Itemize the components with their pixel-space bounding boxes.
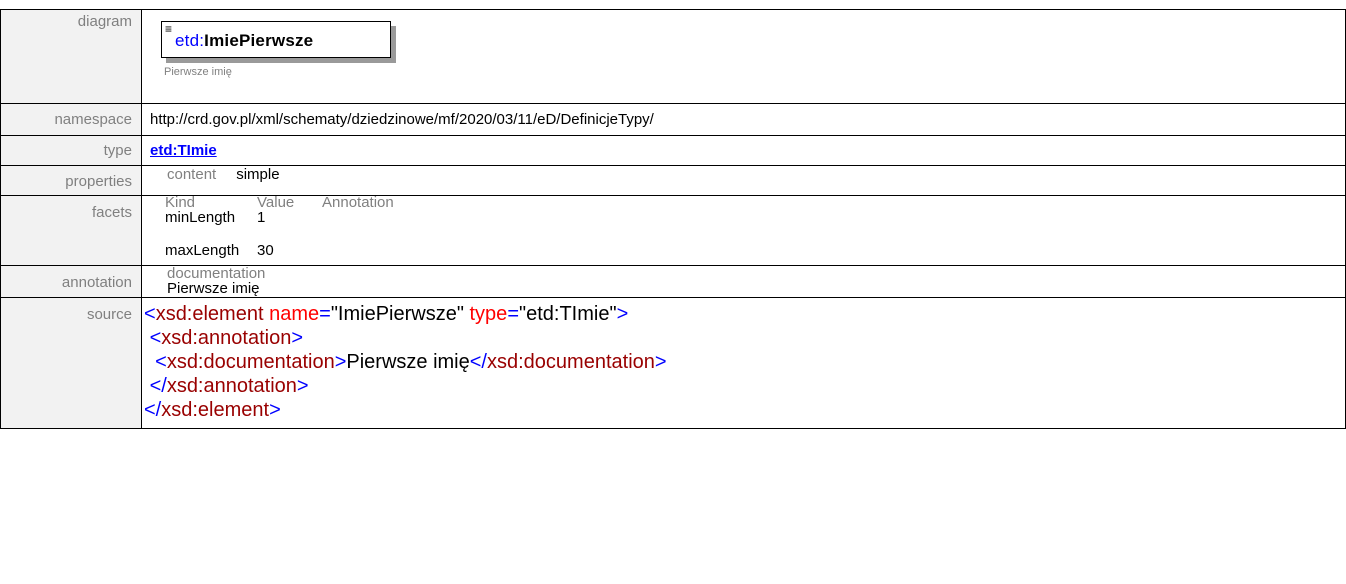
facet-value: 1: [257, 209, 266, 226]
facet-row: maxLength 30: [165, 243, 1345, 259]
annotation-block: documentation Pierwsze imię: [167, 266, 1345, 296]
xml-tag: xsd:documentation: [487, 351, 655, 373]
source-cell: <xsd:element name="ImiePierwsze" type="e…: [141, 297, 1346, 429]
element-documentation-table: diagram ≡ etd:ImiePierwsze Pierwsze imię…: [0, 9, 1346, 429]
label-properties: properties: [0, 165, 142, 196]
xsd-source-code: <xsd:element name="ImiePierwsze" type="e…: [142, 298, 1345, 422]
row-source: source <xsd:element name="ImiePierwsze" …: [0, 297, 1346, 429]
row-type: type etd:TImie: [0, 135, 1346, 166]
facet-annotation: [322, 210, 442, 226]
label-namespace: namespace: [0, 103, 142, 136]
element-diagram-box[interactable]: ≡ etd:ImiePierwsze: [161, 21, 391, 58]
diagram-cell: ≡ etd:ImiePierwsze Pierwsze imię: [141, 9, 1346, 104]
xml-attr: name: [269, 303, 320, 325]
type-link[interactable]: etd:TImie: [150, 142, 217, 159]
facets-header-row: Kind Value Annotation: [165, 194, 1345, 211]
facet-row: minLength 1: [165, 210, 1345, 226]
facets-grid: Kind Value Annotation minLength 1 maxLen…: [165, 194, 1345, 259]
facet-kind: minLength: [165, 209, 236, 226]
xml-bracket: <: [155, 351, 167, 373]
xml-bracket: >: [269, 399, 281, 421]
facet-kind: maxLength: [165, 242, 240, 259]
label-facets: facets: [0, 195, 142, 266]
element-diagram-name: etd:ImiePierwsze: [175, 31, 313, 51]
xml-bracket: </: [149, 375, 167, 397]
xml-bracket: >: [291, 327, 304, 349]
xml-eq: =: [507, 303, 519, 325]
annotation-cell: documentation Pierwsze imię: [141, 265, 1346, 298]
xml-bracket: >: [616, 303, 629, 325]
xml-bracket: >: [296, 375, 309, 397]
facets-col-value: Value: [257, 194, 295, 211]
properties-value-content: simple: [236, 166, 280, 183]
element-prefix: etd:: [175, 31, 205, 50]
type-cell: etd:TImie: [141, 135, 1346, 166]
clipped-heading: [150, 0, 670, 6]
annotation-text: Pierwsze imię: [167, 280, 260, 297]
source-line: <xsd:documentation>Pierwsze imię</xsd:do…: [144, 350, 1345, 374]
xml-bracket: </: [469, 351, 487, 373]
element-list-icon: ≡: [165, 22, 173, 36]
row-diagram: diagram ≡ etd:ImiePierwsze Pierwsze imię: [0, 9, 1346, 104]
facets-cell: Kind Value Annotation minLength 1 maxLen…: [141, 194, 1346, 266]
facet-value: 30: [257, 242, 274, 259]
row-properties: properties content simple: [0, 165, 1346, 196]
properties-cell: content simple: [141, 165, 1346, 196]
xml-tag: xsd:annotation: [166, 375, 297, 397]
source-line: </xsd:annotation>: [144, 374, 1345, 398]
annotation-header: documentation: [167, 265, 266, 282]
facets-col-kind: Kind: [165, 194, 196, 211]
xml-attr: type: [469, 303, 508, 325]
row-namespace: namespace http://crd.gov.pl/xml/schematy…: [0, 103, 1346, 136]
source-line: </xsd:element>: [144, 398, 1345, 422]
diagram-caption: Pierwsze imię: [164, 66, 232, 78]
label-annotation: annotation: [0, 265, 142, 298]
properties-grid: content simple: [167, 166, 1345, 183]
facet-annotation: [322, 243, 442, 259]
xml-bracket: >: [334, 351, 347, 373]
properties-header-content: content: [167, 166, 217, 183]
source-line: <xsd:annotation>: [144, 326, 1345, 350]
xml-value: "etd:TImie": [519, 303, 617, 325]
xml-bracket: <: [144, 303, 156, 325]
xml-text: Pierwsze imię: [346, 351, 470, 373]
xml-tag: xsd:documentation: [166, 351, 335, 373]
namespace-value: http://crd.gov.pl/xml/schematy/dziedzino…: [141, 103, 1346, 136]
label-diagram: diagram: [0, 9, 142, 104]
xml-bracket: </: [144, 399, 162, 421]
source-line: <xsd:element name="ImiePierwsze" type="e…: [144, 302, 1345, 326]
row-facets: facets Kind Value Annotation minLength 1…: [0, 194, 1346, 266]
facets-col-annotation: Annotation: [322, 194, 394, 211]
xml-value: "ImiePierwsze": [330, 303, 464, 325]
row-annotation: annotation documentation Pierwsze imię: [0, 265, 1346, 298]
xml-tag: xsd:element: [161, 399, 270, 421]
element-local-name: ImiePierwsze: [204, 31, 314, 50]
xml-bracket: >: [654, 351, 667, 373]
xml-eq: =: [319, 303, 331, 325]
xml-tag: xsd:element: [155, 303, 264, 325]
xml-tag: xsd:annotation: [161, 327, 292, 349]
label-type: type: [0, 135, 142, 166]
xml-bracket: <: [149, 327, 162, 349]
label-source: source: [0, 297, 142, 429]
